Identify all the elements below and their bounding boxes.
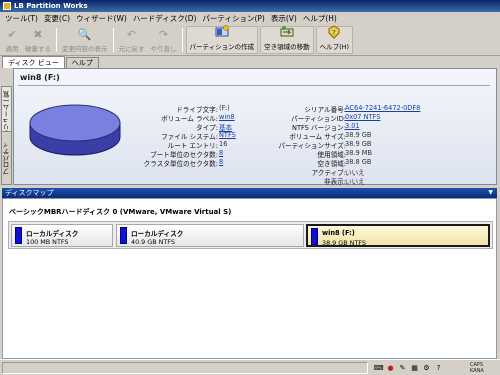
menu-partition[interactable]: パーティション(P) bbox=[199, 13, 267, 24]
redo-icon: ↷ bbox=[158, 27, 169, 41]
title-bar: LB Partition Works bbox=[0, 0, 500, 12]
discard-button[interactable]: ✖ 破棄する bbox=[22, 25, 54, 55]
status-bar: ⌨ ● ✎ ▦ ⚙ ? CAPS KANA bbox=[0, 359, 500, 375]
disk-partition-row: ローカルディスク 100 MB NTFS ローカルディスク 40.9 GB NT… bbox=[8, 221, 493, 249]
disk-icon bbox=[29, 104, 121, 156]
hidden-label: 非表示: bbox=[323, 178, 346, 186]
partition-name: ローカルディスク bbox=[26, 230, 79, 238]
menu-wizard[interactable]: ウィザード(W) bbox=[73, 13, 130, 24]
file-system-link[interactable]: NTFS bbox=[219, 131, 236, 139]
dictionary-icon[interactable]: ▦ bbox=[410, 364, 419, 373]
move-free-space-icon bbox=[280, 25, 294, 39]
show-changes-button[interactable]: 🔍 変更内容の表示 bbox=[59, 25, 111, 55]
ntfs-version-link[interactable]: 3.01 bbox=[345, 122, 360, 130]
partition-size: 40.9 GB NTFS bbox=[131, 238, 175, 246]
caps-kana-indicator: CAPS KANA bbox=[470, 362, 484, 374]
create-partition-label: パーティションの作成 bbox=[189, 43, 255, 51]
tab-disk-view[interactable]: ディスク ビュー bbox=[2, 56, 65, 68]
menu-tools[interactable]: ツール(T) bbox=[2, 13, 41, 24]
cluster-sectors-label: クラスタ単位のセクタ数: bbox=[143, 160, 218, 168]
volume-size-value: 38.9 GB bbox=[345, 131, 372, 139]
menu-view[interactable]: 表示(V) bbox=[268, 13, 300, 24]
cluster-sectors-link[interactable]: 8 bbox=[219, 158, 223, 166]
discard-label: 破棄する bbox=[25, 45, 51, 53]
status-pane bbox=[2, 362, 368, 374]
partition-name: win8 (F:) bbox=[322, 229, 355, 237]
partition-color-bar bbox=[311, 228, 318, 245]
partition-block-selected[interactable]: win8 (F:) 38.9 GB NTFS bbox=[306, 224, 490, 247]
apply-label: 適用 bbox=[5, 45, 19, 53]
partition-block[interactable]: ローカルディスク 40.9 GB NTFS bbox=[116, 224, 304, 247]
partition-name: ローカルディスク bbox=[131, 230, 184, 238]
disk-label: ベーシックMBRハードディスク 0 (VMware, VMware Virtua… bbox=[9, 208, 232, 216]
free-space-value: 38.8 GB bbox=[345, 158, 372, 166]
help-label: ヘルプ(H) bbox=[319, 43, 350, 51]
serial-number-link[interactable]: AC64-7241-6472-0DF8 bbox=[345, 104, 420, 112]
volume-label-link[interactable]: win8 bbox=[219, 113, 235, 121]
redo-button[interactable]: ↷ やり直し bbox=[148, 25, 180, 55]
ime-mode-icon[interactable]: ● bbox=[386, 364, 395, 373]
volume-title: win8 (F:) bbox=[20, 73, 60, 82]
undo-button[interactable]: ↶ 元に戻す bbox=[116, 25, 148, 55]
undo-icon: ↶ bbox=[126, 27, 137, 41]
drive-letter-value: (F:) bbox=[219, 104, 230, 112]
boot-sectors-link[interactable]: 8 bbox=[219, 149, 223, 157]
toolbar-separator bbox=[112, 28, 114, 52]
partition-size: 38.9 GB NTFS bbox=[322, 239, 366, 247]
side-tab-properties[interactable]: プロパティ bbox=[1, 131, 12, 185]
toolbar-separator bbox=[56, 28, 57, 52]
divider bbox=[18, 85, 490, 86]
hidden-value: いいえ bbox=[345, 178, 365, 186]
menu-help[interactable]: ヘルプ(H) bbox=[300, 13, 340, 24]
apply-button[interactable]: ✔ 適用 bbox=[2, 25, 22, 55]
svg-text:?: ? bbox=[333, 29, 337, 37]
move-free-space-label: 空き領域の移動 bbox=[264, 43, 310, 51]
disk-map-area: ベーシックMBRハードディスク 0 (VMware, VMware Virtua… bbox=[2, 198, 497, 359]
partition-size-value: 38.9 GB bbox=[345, 140, 372, 148]
partition-color-bar bbox=[120, 227, 127, 244]
partition-size: 100 MB NTFS bbox=[26, 238, 69, 246]
settings-icon[interactable]: ⚙ bbox=[422, 364, 431, 373]
tab-help[interactable]: ヘルプ bbox=[65, 57, 99, 68]
create-partition-icon bbox=[215, 25, 229, 39]
toolbar: ✔ 適用 ✖ 破棄する 🔍 変更内容の表示 ↶ 元に戻す ↷ やり直し パーティ… bbox=[0, 25, 500, 56]
discard-icon: ✖ bbox=[33, 27, 43, 41]
checkmark-icon: ✔ bbox=[7, 27, 17, 41]
chevron-down-icon[interactable]: ▼ bbox=[488, 189, 493, 196]
side-tab-properties-label: プロパティ bbox=[2, 141, 11, 175]
menu-changes[interactable]: 変更(C) bbox=[41, 13, 73, 24]
partition-color-bar bbox=[15, 227, 22, 244]
menu-hard-disk[interactable]: ハードディスク(D) bbox=[130, 13, 200, 24]
volume-properties-panel: win8 (F:) ドライブ文字: ボリューム ラベル: タイプ: ファイル シ… bbox=[13, 68, 497, 186]
disk-map-title: ディスクマップ bbox=[5, 189, 54, 197]
pen-icon[interactable]: ✎ bbox=[398, 364, 407, 373]
partition-id-link[interactable]: 0x07 NTFS bbox=[345, 113, 380, 121]
view-tabs: ディスク ビュー ヘルプ bbox=[0, 56, 500, 68]
help-button[interactable]: ? ヘルプ(H) bbox=[315, 25, 354, 54]
app-icon bbox=[3, 2, 11, 10]
redo-label: やり直し bbox=[150, 45, 177, 53]
used-space-value: 38.9 MB bbox=[345, 149, 372, 157]
ime-tray: ⌨ ● ✎ ▦ ⚙ ? CAPS KANA bbox=[372, 361, 500, 375]
undo-label: 元に戻す bbox=[118, 45, 145, 53]
keyboard-icon[interactable]: ⌨ bbox=[373, 364, 383, 373]
partition-block[interactable]: ローカルディスク 100 MB NTFS bbox=[11, 224, 113, 247]
show-changes-label: 変更内容の表示 bbox=[62, 45, 108, 53]
side-tab-volume-list-label: ボリューム一覧 bbox=[2, 90, 11, 137]
magnifier-icon: 🔍 bbox=[77, 27, 92, 41]
menu-bar: ツール(T) 変更(C) ウィザード(W) ハードディスク(D) パーティション… bbox=[0, 12, 500, 25]
toolbar-separator bbox=[181, 28, 183, 52]
help-icon: ? bbox=[327, 25, 341, 39]
window-title: LB Partition Works bbox=[14, 2, 88, 10]
disk-map-header: ディスクマップ ▼ bbox=[2, 188, 497, 198]
create-partition-button[interactable]: パーティションの作成 bbox=[185, 25, 259, 54]
move-free-space-button[interactable]: 空き領域の移動 bbox=[260, 26, 314, 54]
root-entry-value: 16 bbox=[219, 140, 228, 148]
help-circle-icon[interactable]: ? bbox=[434, 364, 443, 373]
